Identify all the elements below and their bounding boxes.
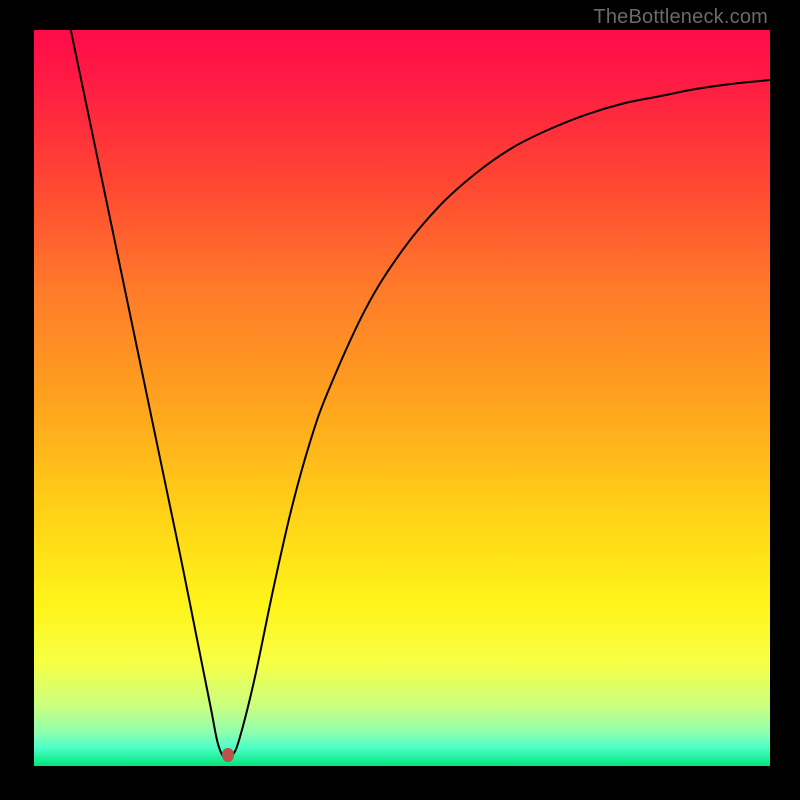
watermark-text: TheBottleneck.com [593,6,768,29]
plot-area [34,30,770,766]
chart-root: TheBottleneck.com [0,0,800,800]
bottleneck-curve [71,30,770,759]
bottleneck-marker [222,748,234,762]
curve-layer [34,30,770,766]
